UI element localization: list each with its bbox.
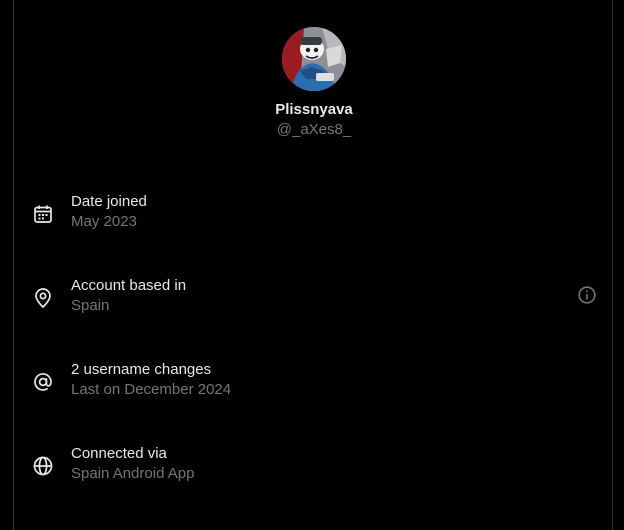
globe-icon (32, 455, 54, 477)
row-value: Spain Android App (71, 465, 195, 482)
about-account-panel: Plissnyava @_aXes8_ Date joined May 2023 (13, 0, 613, 530)
info-row-account-based-in: Account based in Spain (14, 277, 614, 337)
row-title: Account based in (71, 277, 187, 294)
avatar[interactable] (282, 27, 346, 91)
row-title: Date joined (71, 193, 147, 210)
display-name: Plissnyava (275, 101, 353, 118)
row-title: 2 username changes (71, 361, 212, 378)
username-handle: @_aXes8_ (276, 121, 352, 138)
profile-header: Plissnyava @_aXes8_ (14, 27, 614, 139)
info-row-username-changes: 2 username changes Last on December 2024 (14, 361, 614, 421)
info-row-date-joined: Date joined May 2023 (14, 193, 614, 253)
info-icon[interactable] (577, 285, 597, 305)
info-row-connected-via: Connected via Spain Android App (14, 445, 614, 505)
calendar-icon (32, 203, 54, 225)
row-value: Last on December 2024 (71, 381, 232, 398)
at-sign-icon (32, 371, 54, 393)
row-title: Connected via (71, 445, 167, 462)
location-pin-icon (32, 287, 54, 309)
row-value: May 2023 (71, 213, 137, 230)
row-value: Spain (71, 297, 110, 314)
